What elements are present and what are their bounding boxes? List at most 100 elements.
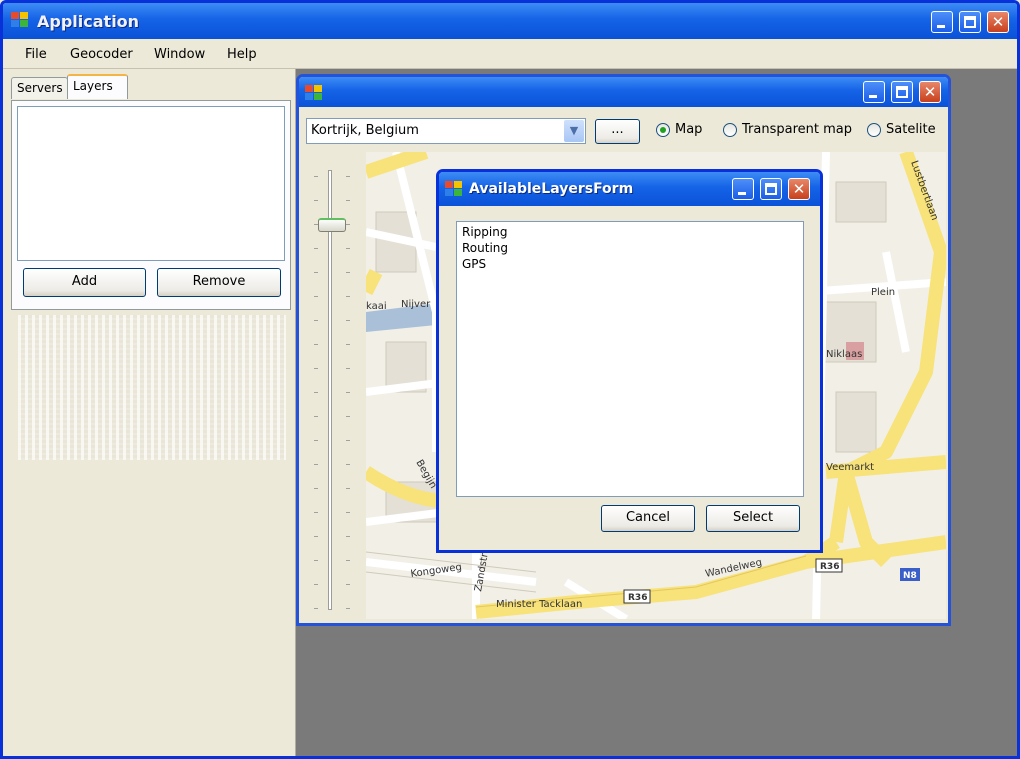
radio-dot xyxy=(867,122,881,137)
add-button[interactable]: Add xyxy=(23,268,146,297)
radio-transparent-map[interactable]: Transparent map xyxy=(723,122,852,137)
maximize-icon xyxy=(765,183,777,195)
radio-map[interactable]: Map xyxy=(656,122,702,137)
zoom-tick xyxy=(346,224,350,225)
app-titlebar[interactable]: Application ✕ xyxy=(3,3,1017,39)
map-close-button[interactable]: ✕ xyxy=(919,81,941,103)
map-label: Niklaas xyxy=(826,349,862,360)
dialog-maximize-button[interactable] xyxy=(760,178,782,200)
menu-help[interactable]: Help xyxy=(227,47,257,62)
layers-tab-panel: Add Remove xyxy=(11,100,291,310)
zoom-tick xyxy=(346,464,350,465)
remove-button[interactable]: Remove xyxy=(157,268,281,297)
map-titlebar[interactable]: ✕ xyxy=(299,77,948,107)
app-icon xyxy=(11,12,29,28)
maximize-icon xyxy=(896,86,908,98)
zoom-tick xyxy=(346,368,350,369)
zoom-slider-track[interactable] xyxy=(328,170,332,610)
menu-file[interactable]: File xyxy=(25,47,47,62)
layers-list[interactable] xyxy=(17,106,285,261)
zoom-tick xyxy=(314,248,318,249)
list-item[interactable]: GPS xyxy=(462,257,486,271)
road-shield: R36 xyxy=(628,593,647,603)
available-layers-dialog: AvailableLayersForm ✕ Ripping Routing GP… xyxy=(436,169,823,553)
zoom-tick xyxy=(314,536,318,537)
zoom-tick xyxy=(346,200,350,201)
zoom-tick xyxy=(314,584,318,585)
map-maximize-button[interactable] xyxy=(891,81,913,103)
minimize-icon xyxy=(738,192,746,195)
zoom-tick xyxy=(314,560,318,561)
zoom-slider-thumb[interactable] xyxy=(318,218,346,233)
location-value: Kortrijk, Belgium xyxy=(311,123,419,138)
zoom-tick xyxy=(346,608,350,609)
zoom-tick xyxy=(314,296,318,297)
zoom-tick xyxy=(314,368,318,369)
zoom-tick xyxy=(314,272,318,273)
select-button[interactable]: Select xyxy=(706,505,800,532)
minimize-icon xyxy=(869,95,877,98)
chevron-down-icon[interactable]: ▼ xyxy=(564,120,584,142)
zoom-tick xyxy=(346,248,350,249)
tab-servers[interactable]: Servers xyxy=(11,77,68,99)
list-item[interactable]: Routing xyxy=(462,241,508,255)
zoom-tick xyxy=(346,488,350,489)
radio-dot xyxy=(656,122,670,137)
radio-transparent-label: Transparent map xyxy=(742,122,852,137)
dialog-title: AvailableLayersForm xyxy=(469,181,634,197)
zoom-tick xyxy=(346,560,350,561)
zoom-tick xyxy=(346,512,350,513)
dialog-close-button[interactable]: ✕ xyxy=(788,178,810,200)
zoom-tick xyxy=(346,440,350,441)
available-layers-list[interactable]: Ripping Routing GPS xyxy=(456,221,804,497)
radio-satellite[interactable]: Satelite xyxy=(867,122,936,137)
list-item[interactable]: Ripping xyxy=(462,225,507,239)
location-combobox[interactable]: Kortrijk, Belgium ▼ xyxy=(306,118,586,144)
map-label: Plein xyxy=(871,287,895,298)
zoom-tick xyxy=(346,272,350,273)
zoom-tick xyxy=(314,440,318,441)
zoom-tick xyxy=(314,488,318,489)
zoom-tick xyxy=(346,584,350,585)
zoom-tick xyxy=(314,512,318,513)
zoom-tick xyxy=(314,464,318,465)
road-shield: N8 xyxy=(903,571,917,581)
map-label: Veemarkt xyxy=(826,462,874,473)
zoom-tick xyxy=(314,320,318,321)
dialog-titlebar[interactable]: AvailableLayersForm ✕ xyxy=(439,172,820,206)
maximize-button[interactable] xyxy=(959,11,981,33)
close-button[interactable]: ✕ xyxy=(987,11,1009,33)
cancel-button[interactable]: Cancel xyxy=(601,505,695,532)
app-title: Application xyxy=(37,12,140,31)
zoom-tick xyxy=(346,536,350,537)
zoom-tick xyxy=(314,200,318,201)
zoom-tick xyxy=(346,416,350,417)
minimize-icon xyxy=(937,25,945,28)
map-label: Minister Tacklaan xyxy=(496,599,582,610)
menu-geocoder[interactable]: Geocoder xyxy=(70,47,133,62)
radio-dot xyxy=(723,122,737,137)
radio-map-label: Map xyxy=(675,122,703,137)
zoom-tick xyxy=(346,176,350,177)
browse-button[interactable]: ... xyxy=(595,119,640,144)
zoom-tick xyxy=(314,392,318,393)
menu-bar: File Geocoder Window Help xyxy=(3,39,1017,69)
close-icon: ✕ xyxy=(792,179,806,198)
map-label: kaai xyxy=(366,301,387,312)
tab-layers[interactable]: Layers xyxy=(67,74,128,99)
panel-background-artifact xyxy=(18,315,286,460)
zoom-tick xyxy=(346,296,350,297)
zoom-tick xyxy=(346,320,350,321)
zoom-tick xyxy=(314,344,318,345)
minimize-button[interactable] xyxy=(931,11,953,33)
zoom-tick xyxy=(346,392,350,393)
dialog-minimize-button[interactable] xyxy=(732,178,754,200)
map-window-icon xyxy=(305,85,323,101)
map-minimize-button[interactable] xyxy=(863,81,885,103)
radio-satellite-label: Satelite xyxy=(886,122,936,137)
menu-window[interactable]: Window xyxy=(154,47,205,62)
zoom-tick xyxy=(314,416,318,417)
map-label: Nijver xyxy=(401,299,431,310)
zoom-tick xyxy=(346,344,350,345)
zoom-tick xyxy=(314,176,318,177)
